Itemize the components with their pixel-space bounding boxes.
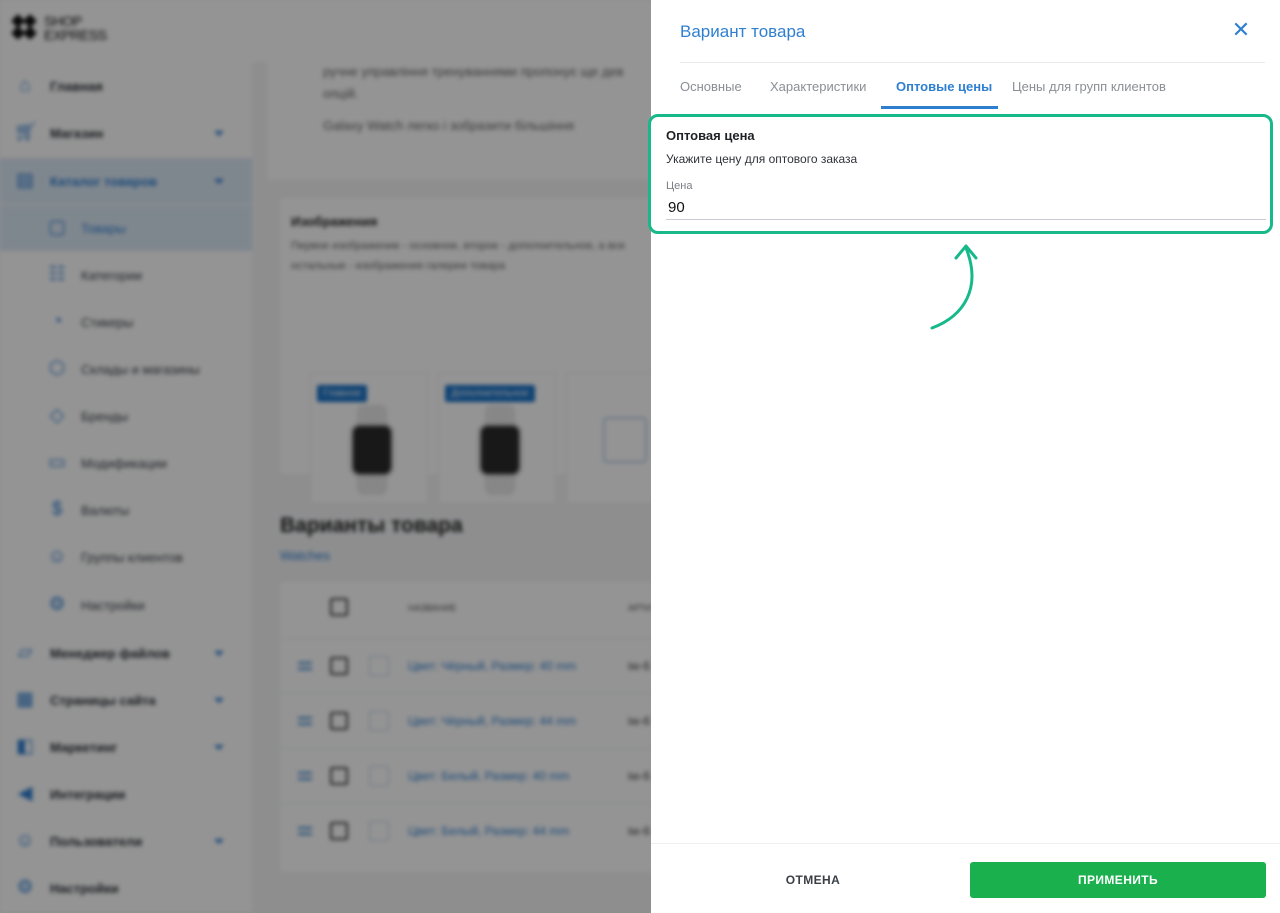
wholesale-price-desc: Укажите цену для оптового заказа [666,152,858,166]
variant-drawer: Вариант товара ✕ Основные Характеристики… [648,0,1280,913]
apply-button[interactable]: ПРИМЕНИТЬ [970,862,1266,898]
footer-divider [651,843,1280,844]
price-input[interactable] [666,196,1266,220]
close-icon[interactable]: ✕ [1229,18,1253,42]
tab-wholesale-prices[interactable]: Оптовые цены [896,79,992,94]
drawer-title: Вариант товара [680,22,806,41]
divider [680,62,1265,63]
wholesale-price-title: Оптовая цена [666,128,755,143]
tab-customer-group-prices[interactable]: Цены для групп клиентов [1012,79,1166,94]
price-label: Цена [666,180,693,192]
cancel-button[interactable]: ОТМЕНА [718,862,908,898]
tab-characteristics[interactable]: Характеристики [770,79,866,94]
arrow-pointer-icon [930,244,978,330]
tab-basic[interactable]: Основные [680,79,742,94]
active-tab-indicator [881,106,998,109]
